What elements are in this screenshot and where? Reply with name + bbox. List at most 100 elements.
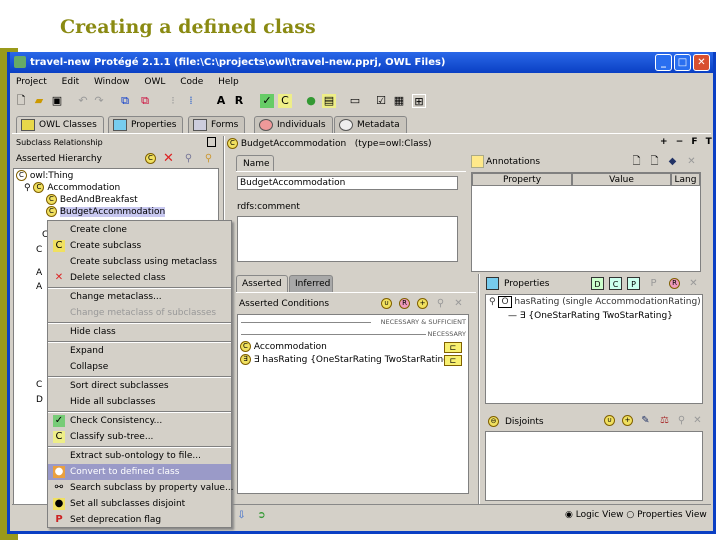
menu-project[interactable]: Project bbox=[16, 77, 47, 87]
redo-icon[interactable]: ↷ bbox=[92, 94, 106, 108]
export-icon[interactable]: ⇩ bbox=[235, 509, 248, 522]
tab-inferred[interactable]: Inferred bbox=[289, 275, 333, 292]
delete-class-icon[interactable]: ✕ bbox=[162, 152, 175, 165]
find-next-icon[interactable]: ⚲ bbox=[202, 152, 215, 165]
add-disjoint-expression-icon[interactable]: ✎ bbox=[639, 414, 652, 427]
save-icon[interactable]: ▣ bbox=[50, 94, 64, 108]
menu-edit[interactable]: Edit bbox=[62, 77, 79, 87]
script-icon[interactable]: ▭ bbox=[348, 94, 362, 108]
create-restriction-icon[interactable]: ∪ bbox=[380, 297, 393, 310]
property-row[interactable]: ⚲ O hasRating (single AccommodationRatin… bbox=[489, 296, 701, 308]
menu-item-sort-direct-subclasses[interactable]: Sort direct subclasses bbox=[48, 378, 231, 394]
globe-icon[interactable]: ● bbox=[304, 94, 318, 108]
remove-all-disjoints-icon[interactable]: ⚖ bbox=[658, 414, 671, 427]
grid-icon[interactable]: ▦ bbox=[392, 94, 406, 108]
remove-property-icon[interactable]: P bbox=[647, 277, 660, 290]
tab-metadata[interactable]: Metadata bbox=[334, 116, 407, 133]
tab-forms[interactable]: Forms bbox=[188, 116, 246, 133]
remove-button[interactable]: − bbox=[676, 137, 684, 147]
config-icon[interactable]: ⁝ bbox=[166, 94, 180, 108]
condition-row[interactable]: C Accommodation bbox=[240, 341, 327, 352]
splitter[interactable] bbox=[478, 274, 480, 504]
tree-node-partial[interactable]: A bbox=[36, 267, 42, 280]
menu-owl[interactable]: OWL bbox=[144, 77, 165, 87]
individuals-icon[interactable]: ▤ bbox=[322, 94, 336, 108]
add-expression-icon[interactable]: + bbox=[416, 297, 429, 310]
classify-icon[interactable]: C bbox=[278, 94, 292, 108]
menu-item-change-metaclass[interactable]: Change metaclass... bbox=[48, 289, 231, 305]
menu-item-set-all-subclasses-disjoint[interactable]: ● Set all subclasses disjoint bbox=[48, 496, 231, 512]
t-button[interactable]: T bbox=[706, 137, 712, 147]
layout-icon[interactable]: ⁞ bbox=[184, 94, 198, 108]
add-existing-property-icon[interactable]: P bbox=[627, 277, 640, 290]
delete-annotation-icon[interactable]: ✕ bbox=[685, 155, 698, 168]
property-restriction-row[interactable]: — ∃ {OneStarRating TwoStarRating} bbox=[508, 311, 673, 321]
disjoints-list[interactable] bbox=[485, 431, 703, 501]
f-button[interactable]: F bbox=[691, 137, 697, 147]
check-consistency-icon[interactable]: ✓ bbox=[260, 94, 274, 108]
add-disjoint-class-icon[interactable]: + bbox=[621, 414, 634, 427]
name-tab[interactable]: Name bbox=[236, 155, 274, 172]
menu-item-collapse[interactable]: Collapse bbox=[48, 359, 231, 375]
tab-owl-classes[interactable]: OWL Classes bbox=[16, 116, 104, 133]
a-icon[interactable]: A bbox=[214, 94, 228, 108]
menu-item-create-subclass[interactable]: C Create subclass bbox=[48, 238, 231, 254]
tree-node-partial[interactable]: A bbox=[36, 281, 42, 294]
menu-item-hide-all-subclasses[interactable]: Hide all subclasses bbox=[48, 394, 231, 410]
maximize-button[interactable]: □ bbox=[674, 54, 691, 71]
r-icon[interactable]: R bbox=[232, 94, 246, 108]
add-named-class-icon[interactable]: R bbox=[398, 297, 411, 310]
menu-item-expand[interactable]: Expand bbox=[48, 343, 231, 359]
subclass-badge[interactable]: ⊏ bbox=[444, 342, 462, 353]
new-icon[interactable]: 🗋 bbox=[14, 94, 28, 108]
menu-item-check-consistency[interactable]: ✓ Check Consistency... bbox=[48, 413, 231, 429]
menu-item-create-clone[interactable]: Create clone bbox=[48, 222, 231, 238]
copy-icon[interactable]: ⧉ bbox=[118, 94, 132, 108]
tree-node-partial[interactable]: C bbox=[36, 379, 42, 392]
delete-property-icon[interactable]: ✕ bbox=[687, 277, 700, 290]
checkbox-icon[interactable]: ☑ bbox=[374, 94, 388, 108]
menu-item-classify-sub-tree[interactable]: C Classify sub-tree... bbox=[48, 429, 231, 445]
create-class-icon[interactable]: C bbox=[144, 152, 157, 165]
menu-item-hide-class[interactable]: Hide class bbox=[48, 324, 231, 340]
menu-help[interactable]: Help bbox=[218, 77, 239, 87]
add-annotation-icon[interactable]: 🗋 bbox=[630, 155, 643, 168]
add-datatype-annotation-icon[interactable]: 🗋 bbox=[648, 155, 661, 168]
find-disjoint-icon[interactable]: ⚲ bbox=[675, 414, 688, 427]
menu-item-convert-to-defined-class[interactable]: ● Convert to defined class bbox=[48, 464, 231, 480]
close-button[interactable]: ✕ bbox=[693, 54, 710, 71]
find-icon[interactable]: ⚲ bbox=[182, 152, 195, 165]
add-object-annotation-icon[interactable]: ◆ bbox=[666, 155, 679, 168]
condition-row[interactable]: ∃ ∃ hasRating {OneStarRating TwoStarRati… bbox=[240, 354, 455, 365]
properties-list[interactable]: ⚲ O hasRating (single AccommodationRatin… bbox=[485, 294, 703, 404]
column-header-property[interactable]: Property bbox=[472, 173, 572, 186]
name-field[interactable]: BudgetAccommodation bbox=[237, 176, 458, 190]
navigate-icon[interactable]: ➲ bbox=[255, 509, 268, 522]
logic-view-radio[interactable]: ◉ Logic View bbox=[565, 510, 623, 520]
tree-node-partial[interactable]: C bbox=[36, 244, 42, 257]
tab-properties[interactable]: Properties bbox=[108, 116, 184, 133]
column-header-value[interactable]: Value bbox=[572, 173, 671, 186]
delete-disjoint-icon[interactable]: ✕ bbox=[691, 414, 704, 427]
menu-item-create-subclass-using-metaclass[interactable]: Create subclass using metaclass bbox=[48, 254, 231, 270]
find-condition-icon[interactable]: ⚲ bbox=[434, 297, 447, 310]
menu-window[interactable]: Window bbox=[94, 77, 130, 87]
tree-view-icon[interactable]: ⊞ bbox=[412, 94, 426, 108]
tab-asserted[interactable]: Asserted bbox=[236, 275, 288, 292]
menu-item-extract-sub-ontology-to-file[interactable]: Extract sub-ontology to file... bbox=[48, 448, 231, 464]
column-header-lang[interactable]: Lang bbox=[671, 173, 700, 186]
add-object-property-icon[interactable]: C bbox=[609, 277, 622, 290]
minimize-button[interactable]: _ bbox=[655, 54, 672, 71]
add-button[interactable]: + bbox=[660, 137, 668, 147]
add-datatype-property-icon[interactable]: D bbox=[591, 277, 604, 290]
conditions-list[interactable]: NECESSARY & SUFFICIENT NECESSARY C Accom… bbox=[237, 314, 469, 494]
tab-individuals[interactable]: Individuals bbox=[254, 116, 333, 133]
delete-class-icon[interactable]: ⧉ bbox=[138, 94, 152, 108]
tree-node-partial[interactable]: D bbox=[36, 394, 43, 407]
subclass-badge[interactable]: ⊏ bbox=[444, 355, 462, 366]
delete-condition-icon[interactable]: ✕ bbox=[452, 297, 465, 310]
menu-item-delete-selected-class[interactable]: ✕ Delete selected class bbox=[48, 270, 231, 286]
panel-toggle-icon[interactable] bbox=[207, 137, 216, 147]
menu-item-change-metaclass-of-subclasses[interactable]: Change metaclass of subclasses bbox=[48, 305, 231, 321]
menu-item-search-subclass-by-property-value[interactable]: ⚯ Search subclass by property value... bbox=[48, 480, 234, 496]
